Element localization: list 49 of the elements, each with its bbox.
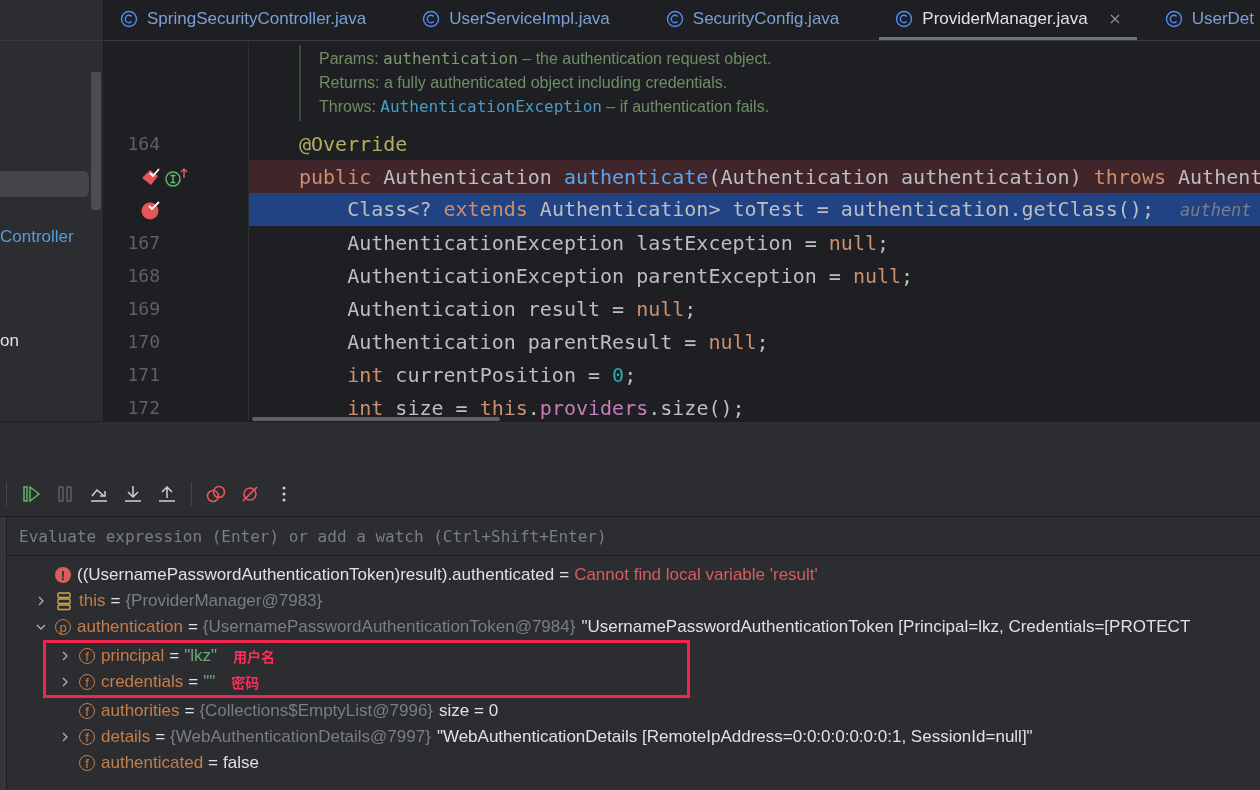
variable-entry: credentials = "" [101,672,216,692]
project-tree-item[interactable]: on [0,328,89,354]
breakpoints-button[interactable] [206,484,226,504]
line-number: 164 [126,133,160,154]
variable-entry: principal = "lkz" [101,646,218,666]
more-icon [282,486,286,502]
class-icon [1164,9,1183,28]
close-icon[interactable] [1108,12,1121,25]
variable-entry: authorities = {Collections$EmptyList@7996} size = 0 [101,701,499,721]
editor-tab[interactable]: UserDet [1148,0,1260,40]
project-tree-item[interactable]: Controller [0,224,89,250]
editor-tab[interactable]: UserServiceImpl.java [406,0,650,40]
line-number: 172 [126,397,160,418]
variable-entry: ((UsernamePasswordAuthenticationToken)result).authenticated = Cannot find local variable 'result' [77,565,818,585]
doc-text: Returns: a fully authenticated object including credentials. [319,73,729,93]
annotation-note: 用户名 [233,646,276,666]
variable-entry: authenticated = false [101,753,259,773]
line-number: 170 [126,331,160,352]
class-icon [120,9,138,28]
variable-entry: details = {WebAuthenticationDetails@7997} "WebAuthenticationDetails [RemoteIpAddress=0:0:0:0:0:0:0:1, SessionId=null]" [101,727,1033,747]
editor-tab[interactable]: ProviderManager.java [879,0,1137,40]
doc-text: Throws: AuthenticationException – if authentication fails. [319,96,771,118]
mute-breakpoints-icon [240,484,260,504]
class-icon [422,9,441,28]
line-number: 167 [126,232,160,253]
stack-icon [55,591,73,611]
step-into-icon [123,484,143,504]
editor-tab[interactable]: SpringSecurityController.java [104,0,407,40]
doc-text: Params: authentication – the authentication request object. [319,48,773,70]
class-icon [665,9,684,28]
resume-icon [21,484,41,504]
variable-entry: authentication = {UsernamePasswordAuthenticationToken@7984} "UsernamePasswordAuthenticationToken [Principal=lkz, Credentials=[PROTECT [77,617,1191,637]
class-icon [895,9,914,28]
editor-tab[interactable]: SecurityConfig.java [649,0,880,40]
step-out-icon [157,484,177,504]
scrollbar[interactable] [91,72,101,210]
scrollbar[interactable] [252,417,500,421]
variable-entry: this = {ProviderManager@7983} [79,591,323,611]
resume-button[interactable] [21,484,41,504]
annotation-note: 密码 [231,672,260,692]
line-number: 169 [126,298,160,319]
pause-icon [55,484,75,504]
line-number: 168 [126,265,160,286]
mute-breakpoints-button[interactable] [240,484,260,504]
step-out-button[interactable] [157,484,177,504]
line-number: 171 [126,364,160,385]
step-into-button[interactable] [123,484,143,504]
breakpoints-icon [206,484,226,504]
error-icon: ! [55,567,71,583]
